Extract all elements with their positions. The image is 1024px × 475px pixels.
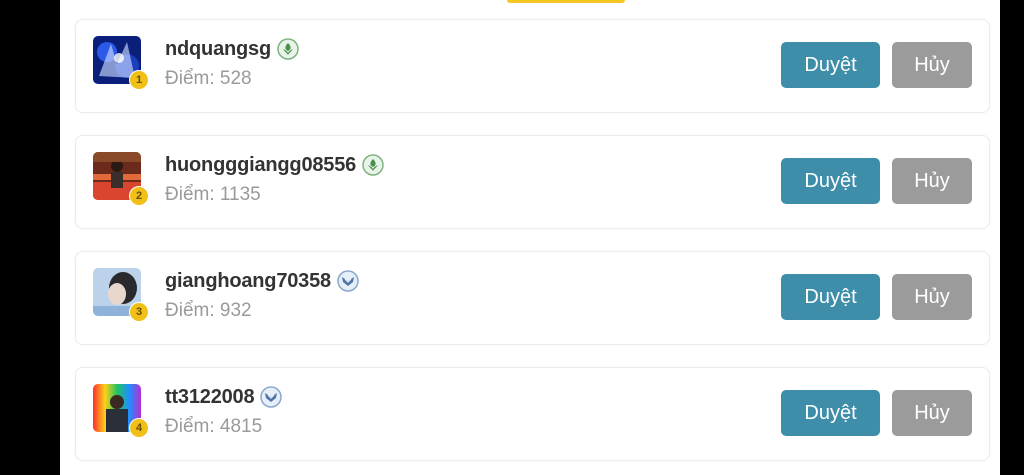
score-text: Điểm: 1135 xyxy=(165,184,261,205)
rank-badge: 2 xyxy=(129,186,149,206)
cancel-button[interactable]: Hủy xyxy=(892,42,972,88)
approve-button[interactable]: Duyệt xyxy=(781,158,880,204)
list-item: 1 ndquangsg Điểm: 528 Duyệt Hủy xyxy=(75,19,990,113)
green-leaf-rank-icon xyxy=(362,154,384,176)
list-item: 4 tt3122008 Điểm: 4815 Duyệt Hủy xyxy=(75,367,990,461)
cancel-button[interactable]: Hủy xyxy=(892,390,972,436)
score-text: Điểm: 932 xyxy=(165,300,252,321)
username[interactable]: tt3122008 xyxy=(165,386,255,409)
green-leaf-rank-icon xyxy=(277,38,299,60)
username[interactable]: huongggiangg08556 xyxy=(165,154,356,177)
approve-button[interactable]: Duyệt xyxy=(781,390,880,436)
avatar[interactable]: 3 xyxy=(93,268,149,326)
request-list-panel: 1 ndquangsg Điểm: 528 Duyệt Hủy 2 huongg… xyxy=(60,0,1000,475)
approve-button[interactable]: Duyệt xyxy=(781,274,880,320)
rank-badge: 1 xyxy=(129,70,149,90)
list-item: 3 gianghoang70358 Điểm: 932 Duyệt Hủy xyxy=(75,251,990,345)
approve-button[interactable]: Duyệt xyxy=(781,42,880,88)
score-text: Điểm: 528 xyxy=(165,68,252,89)
cancel-button[interactable]: Hủy xyxy=(892,158,972,204)
score-text: Điểm: 4815 xyxy=(165,416,263,437)
avatar[interactable]: 2 xyxy=(93,152,149,210)
rank-badge: 3 xyxy=(129,302,149,322)
rank-badge: 4 xyxy=(129,418,149,438)
cancel-button[interactable]: Hủy xyxy=(892,274,972,320)
avatar[interactable]: 4 xyxy=(93,384,149,442)
blue-wing-rank-icon xyxy=(260,386,283,408)
username[interactable]: gianghoang70358 xyxy=(165,270,331,293)
active-tab-indicator xyxy=(507,0,625,3)
username[interactable]: ndquangsg xyxy=(165,38,271,61)
avatar[interactable]: 1 xyxy=(93,36,149,94)
blue-wing-rank-icon xyxy=(337,270,359,292)
list-item: 2 huongggiangg08556 Điểm: 1135 Duyệt Hủy xyxy=(75,135,990,229)
